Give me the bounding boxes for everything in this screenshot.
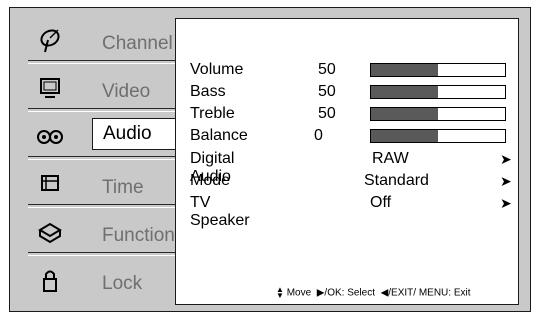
time-icon (36, 170, 64, 198)
audio-settings-panel: Volume 50 Bass 50 Treble 50 Balance 0 Di… (175, 18, 519, 305)
treble-slider[interactable] (370, 107, 506, 121)
mode-label: Mode (190, 172, 231, 189)
sidebar-item-label: Audio (92, 118, 183, 150)
volume-label: Volume (190, 61, 244, 78)
up-down-arrow-icon: ▲ ▼ (276, 285, 284, 300)
mode-value: Standard (364, 172, 429, 189)
balance-slider[interactable] (370, 129, 506, 143)
tv-speaker-value: Off (370, 194, 392, 211)
function-icon (36, 218, 64, 246)
hint-exit: ◀/EXIT/ MENU: Exit (380, 287, 471, 299)
bass-label: Bass (190, 83, 226, 100)
treble-label: Treble (190, 105, 235, 122)
bass-slider-fill (371, 86, 438, 98)
sidebar-item-label: Function (102, 225, 175, 246)
sidebar-item-time[interactable]: Time (20, 160, 186, 208)
monitor-icon (36, 74, 64, 102)
tv-speaker-label: TV Speaker (190, 194, 250, 229)
bass-value: 50 (318, 83, 336, 100)
hint-move: Move (286, 287, 312, 299)
arrow-right-icon: ➤ (500, 173, 512, 189)
sidebar-item-label: Channel (102, 33, 173, 54)
volume-value: 50 (318, 61, 336, 78)
sidebar-item-function[interactable]: Function (20, 208, 186, 256)
volume-slider-fill (371, 64, 438, 76)
padlock-icon (36, 266, 64, 294)
sidebar-item-channel[interactable]: Channel (20, 16, 186, 64)
navigation-hint: ▲ ▼ Move ▶/OK: Select ◀/EXIT/ MENU: Exit (276, 285, 471, 300)
arrow-right-icon: ➤ (500, 151, 512, 167)
balance-label: Balance (190, 127, 248, 144)
sidebar-item-video[interactable]: Video (20, 64, 186, 112)
balance-value: 0 (314, 127, 323, 144)
treble-value: 50 (318, 105, 336, 122)
sidebar-item-audio[interactable]: Audio (20, 112, 186, 160)
balance-slider-fill (371, 130, 438, 142)
treble-slider-fill (371, 108, 438, 120)
arrow-right-icon: ➤ (500, 195, 512, 211)
sidebar-item-label: Lock (102, 273, 143, 294)
volume-slider[interactable] (370, 63, 506, 77)
sidebar-item-lock[interactable]: Lock (20, 256, 186, 304)
digital-audio-value: RAW (372, 150, 409, 167)
satellite-dish-icon (36, 26, 64, 54)
sidebar-item-label: Time (102, 177, 144, 198)
audio-icon (36, 122, 64, 150)
bass-slider[interactable] (370, 85, 506, 99)
sidebar: Channel Video Audio Time Function Lock (20, 16, 186, 304)
hint-select: ▶/OK: Select (316, 287, 375, 299)
osd-menu: Channel Video Audio Time Function Lock V… (9, 7, 531, 312)
sidebar-item-label: Video (102, 81, 151, 102)
